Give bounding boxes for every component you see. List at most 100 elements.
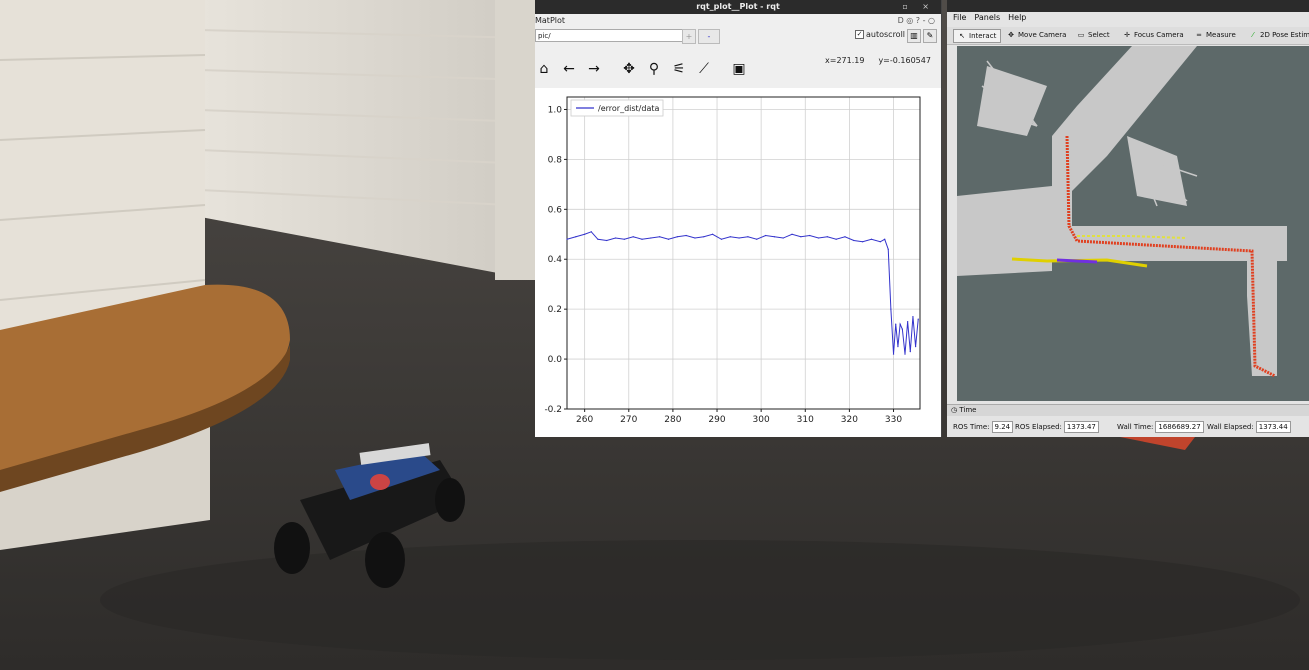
pose-estimate-label: 2D Pose Estim: [1260, 31, 1309, 39]
data-point: [641, 238, 643, 240]
ros-time-label: ROS Time:: [953, 423, 990, 431]
menu-panels[interactable]: Panels: [974, 13, 1000, 22]
data-point: [901, 328, 903, 330]
rqt-title-bar[interactable]: rqt_plot__Plot - rqt: [535, 0, 941, 14]
move-camera-icon: ✥: [1008, 31, 1014, 39]
window-controls[interactable]: ▫ ×: [902, 0, 935, 14]
wall-time-field: Wall Time: 1686689.27: [1117, 421, 1204, 433]
rqt-plot-window: rqt_plot__Plot - rqt ▫ × MatPlot D ◎ ? -…: [535, 0, 942, 437]
data-point: [895, 323, 897, 325]
x-tick-label: 280: [664, 415, 681, 425]
series-line: [566, 231, 919, 355]
menu-help[interactable]: Help: [1008, 13, 1026, 22]
focus-camera-tool[interactable]: ✛ Focus Camera: [1123, 29, 1184, 41]
save-icon[interactable]: ▣: [730, 60, 748, 78]
data-point: [782, 237, 784, 239]
data-point: [685, 234, 687, 237]
x-tick-label: 270: [620, 415, 637, 425]
y-tick-label: 0.6: [548, 205, 563, 215]
data-point: [862, 241, 864, 243]
rviz-window: File Panels Help ↖ Interact ✥ Move Camera ▭ S…: [947, 0, 1309, 437]
zoom-icon[interactable]: ⚲: [645, 60, 663, 78]
move-camera-label: Move Camera: [1018, 31, 1067, 39]
data-point: [606, 239, 608, 242]
data-point: [853, 239, 855, 242]
focus-camera-label: Focus Camera: [1134, 31, 1184, 39]
error-dist-line-chart[interactable]: 260 270 280 290 300 310 320 330 -0.2 0.0 0.2 0.4 0.6…: [535, 88, 941, 437]
time-panel-header: ◷ Time: [947, 404, 1309, 416]
y-tick-label: 0.4: [548, 255, 563, 265]
rviz-title-bar[interactable]: [947, 0, 1309, 12]
edit-curves-icon[interactable]: ⟋: [695, 60, 713, 78]
occupancy-map: [957, 46, 1287, 376]
x-tick-label: 260: [576, 415, 593, 425]
measure-tool[interactable]: ═ Measure: [1195, 29, 1236, 41]
add-topic-button[interactable]: +: [682, 29, 696, 44]
ros-time-value: 9.24: [991, 421, 1014, 433]
clear-icon[interactable]: ✎: [923, 29, 937, 43]
topic-input[interactable]: [535, 29, 684, 42]
rviz-toolbar: ↖ Interact ✥ Move Camera ▭ Select ✛ Focus Ca…: [947, 27, 1309, 45]
wall-time-label: Wall Time:: [1117, 423, 1154, 431]
cursor-icon: ↖: [959, 32, 965, 40]
matplotlib-toolbar: ⌂ ← → ✥ ⚲ ⚟ ⟋ ▣: [535, 60, 795, 78]
data-point: [912, 316, 914, 318]
home-icon[interactable]: ⌂: [535, 60, 553, 78]
pan-icon[interactable]: ✥: [620, 60, 638, 78]
rviz-menu-bar: File Panels Help: [953, 13, 1034, 22]
ros-elapsed-value: 1373.47: [1063, 421, 1099, 433]
data-point: [817, 237, 820, 239]
rviz-3d-map-view[interactable]: [957, 46, 1309, 401]
data-point: [738, 237, 740, 239]
data-point: [632, 236, 634, 238]
checkbox-check-icon[interactable]: ✓: [855, 30, 864, 39]
data-point: [879, 241, 881, 243]
data-point: [584, 233, 586, 235]
data-point: [756, 238, 758, 240]
forward-arrow-icon[interactable]: →: [585, 60, 603, 78]
data-point: [614, 237, 617, 239]
y-tick-label: 0.2: [548, 305, 562, 315]
y-tick-label: 0.8: [548, 155, 563, 165]
pause-icon[interactable]: ▥: [907, 29, 921, 43]
data-point: [909, 350, 911, 353]
data-point: [712, 233, 714, 235]
pose-arrow-icon: ⁄: [1252, 31, 1254, 39]
data-point: [597, 238, 599, 240]
menu-file[interactable]: File: [953, 13, 966, 22]
move-camera-tool[interactable]: ✥ Move Camera: [1007, 29, 1066, 41]
y-readout: y=-0.160547: [878, 56, 931, 65]
x-readout: x=271.19: [825, 56, 865, 65]
configure-subplots-icon[interactable]: ⚟: [670, 60, 688, 78]
interact-tool[interactable]: ↖ Interact: [953, 29, 1002, 43]
data-point: [667, 238, 670, 240]
plugin-controls[interactable]: D ◎ ? - ○: [898, 16, 935, 25]
interact-label: Interact: [969, 32, 997, 40]
data-point: [809, 234, 811, 237]
time-bar: ROS Time: 9.24 ROS Elapsed: 1373.47 Wall T…: [947, 417, 1309, 437]
ros-time-field: ROS Time: 9.24: [953, 421, 1014, 433]
remove-topic-button[interactable]: -: [698, 29, 720, 44]
x-tick-label: 330: [885, 415, 902, 425]
data-point: [904, 353, 906, 355]
ros-elapsed-label: ROS Elapsed:: [1015, 423, 1062, 431]
time-panel-title: Time: [959, 406, 977, 414]
y-tick-label: 0.0: [548, 355, 563, 365]
data-point: [835, 238, 837, 240]
wall-elapsed-value: 1373.44: [1255, 421, 1291, 433]
back-arrow-icon[interactable]: ←: [560, 60, 578, 78]
legend-label: /error_dist/data: [598, 104, 659, 113]
data-point: [890, 308, 892, 310]
data-point: [897, 346, 899, 348]
data-point: [590, 231, 592, 233]
data-point: [870, 238, 873, 240]
select-icon: ▭: [1077, 31, 1085, 39]
x-tick-label: 300: [753, 415, 770, 425]
data-point: [917, 318, 919, 320]
select-tool[interactable]: ▭ Select: [1077, 29, 1110, 41]
y-tick-label: 1.0: [548, 105, 563, 115]
data-point: [676, 236, 678, 238]
pose-estimate-tool[interactable]: ⁄ 2D Pose Estim: [1249, 29, 1309, 41]
autoscroll-checkbox[interactable]: ✓ autoscroll: [855, 30, 905, 39]
measure-label: Measure: [1206, 31, 1236, 39]
